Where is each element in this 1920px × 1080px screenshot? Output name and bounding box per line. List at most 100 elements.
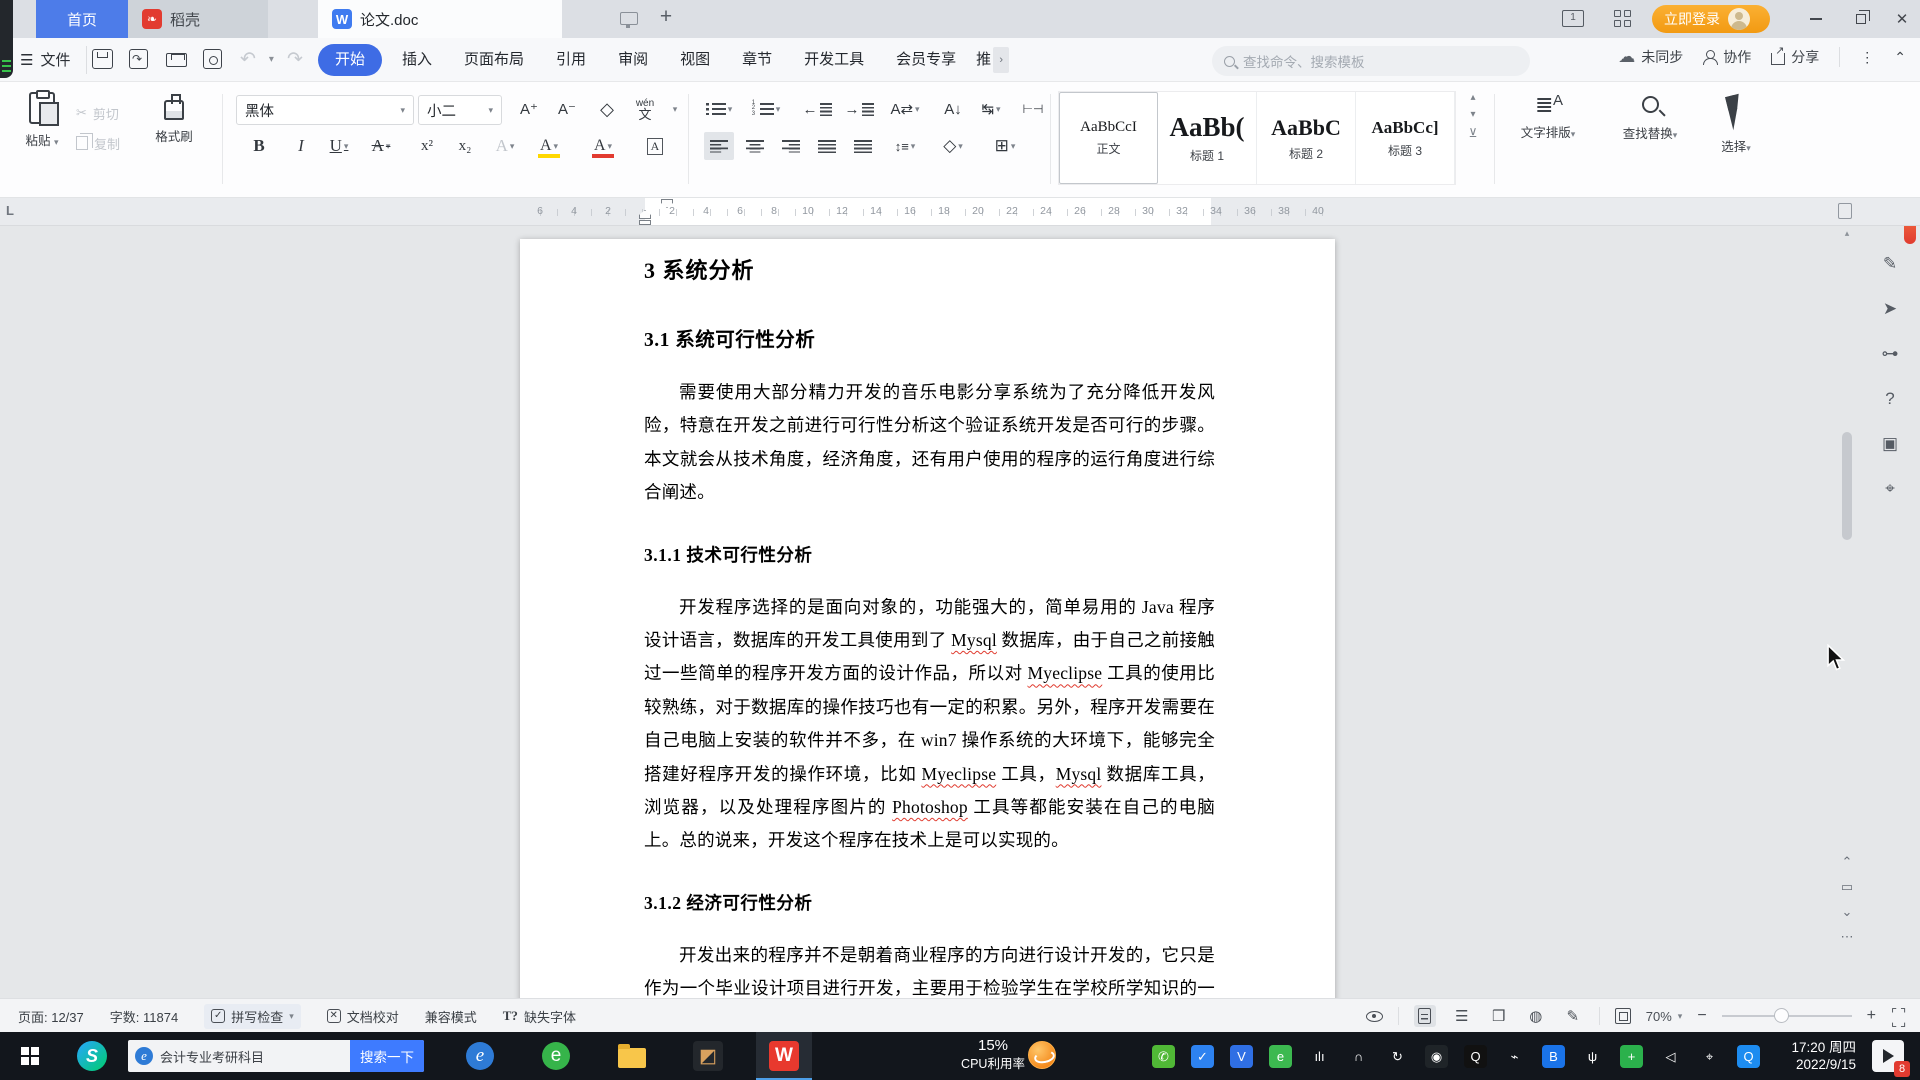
nav-more-icon[interactable]: ⋯ bbox=[1841, 929, 1854, 945]
style-标题 2[interactable]: AaBbC 标题 2 bbox=[1257, 92, 1356, 184]
align-right-button[interactable] bbox=[776, 132, 806, 160]
save-icon[interactable] bbox=[92, 49, 113, 69]
notification-bell-icon[interactable]: ∩ bbox=[1347, 1045, 1370, 1068]
bullet-list-button[interactable]: ▾ bbox=[704, 95, 734, 123]
snip-crosshair-icon[interactable]: ⌖ bbox=[1698, 1045, 1721, 1068]
ocr-image-icon[interactable]: ▣ bbox=[1882, 434, 1898, 454]
menu-开发工具[interactable]: 开发工具 bbox=[792, 44, 876, 76]
menu-more[interactable]: 推 › bbox=[976, 44, 1010, 76]
shading-button[interactable]: ◇ ▾ bbox=[938, 132, 968, 160]
zoom-in-button[interactable]: + bbox=[1867, 1007, 1876, 1025]
zoom-slider-knob[interactable] bbox=[1773, 1008, 1789, 1023]
antivirus-icon[interactable]: + bbox=[1620, 1045, 1643, 1068]
page-view-icon[interactable] bbox=[1413, 1005, 1436, 1027]
taskbar-app-media[interactable]: ◩ bbox=[680, 1032, 736, 1080]
next-page-icon[interactable]: ⌄ bbox=[1842, 904, 1853, 920]
document-page[interactable]: 3 系统分析 3.1 系统可行性分析 需要使用大部分精力开发的音乐电影分享系统为了充… bbox=[520, 239, 1335, 998]
char-scale-button[interactable]: A⇄ ▾ bbox=[890, 95, 920, 123]
sogou-input-button[interactable]: S bbox=[66, 1032, 118, 1080]
power-plug-icon[interactable]: ⌁ bbox=[1503, 1045, 1526, 1068]
edit-pen-icon[interactable]: ✎ bbox=[1883, 254, 1897, 274]
apps-grid-icon[interactable] bbox=[1614, 10, 1632, 28]
superscript-button[interactable]: x² bbox=[412, 132, 442, 160]
tabstop-button[interactable]: ⊢⊣ bbox=[1018, 95, 1048, 123]
typeset-button[interactable]: 文字排版▾ bbox=[1506, 92, 1590, 141]
tab-docer[interactable]: ❧ 稻壳 bbox=[128, 0, 268, 38]
strikethrough-button[interactable]: A ▾ bbox=[366, 132, 396, 160]
scroll-up-icon[interactable]: ▴ bbox=[1840, 228, 1854, 239]
ruler[interactable]: L 6 4 2 2 4 6 8 10 12 14 16 18 20 22 24 26 28 30 32 34 36 38 4… bbox=[0, 198, 1920, 226]
edit-mode-icon[interactable]: ✎ bbox=[1562, 1005, 1584, 1027]
paste-button[interactable]: 粘贴 ▾ bbox=[16, 90, 68, 149]
increase-indent-button[interactable]: → bbox=[844, 95, 874, 123]
select-cursor-icon[interactable]: ➤ bbox=[1883, 299, 1897, 319]
character-border-button[interactable]: A bbox=[640, 132, 670, 160]
undo-caret-icon[interactable]: ▾ bbox=[269, 54, 274, 65]
read-mode-icon[interactable]: ❒ bbox=[1488, 1005, 1510, 1027]
command-search-box[interactable]: 查找命令、搜索模板 bbox=[1212, 46, 1530, 76]
clear-format-button[interactable]: ◇ bbox=[592, 95, 622, 123]
taskbar-search-button[interactable]: 搜索一下 bbox=[350, 1040, 424, 1072]
font-size-select[interactable]: 小二 ▾ bbox=[418, 95, 502, 125]
outline-view-icon[interactable]: ☰ bbox=[1451, 1005, 1473, 1027]
tab-document[interactable]: W 论文.doc bbox=[318, 0, 562, 38]
minimize-button[interactable] bbox=[1798, 0, 1834, 38]
ruler-page-icon[interactable] bbox=[1838, 203, 1852, 219]
italic-button[interactable]: I bbox=[286, 132, 316, 160]
taskbar-app-explorer[interactable] bbox=[604, 1032, 660, 1080]
file-menu-button[interactable]: ☰ 文件 bbox=[20, 49, 70, 70]
taskbar-app-browser360[interactable]: e bbox=[528, 1032, 584, 1080]
usb-icon[interactable]: ψ bbox=[1581, 1045, 1604, 1068]
zoom-out-button[interactable]: − bbox=[1697, 1007, 1706, 1025]
pinyin-caret[interactable]: ▾ bbox=[660, 95, 690, 123]
ie-green-icon[interactable]: e bbox=[1269, 1045, 1292, 1068]
copy-button[interactable]: 复制 bbox=[76, 128, 120, 158]
accelerator-ball-icon[interactable] bbox=[1028, 1041, 1056, 1069]
menu-章节[interactable]: 章节 bbox=[730, 44, 784, 76]
subscript-button[interactable]: x₂ bbox=[450, 132, 480, 160]
menu-会员专享[interactable]: 会员专享 bbox=[884, 44, 968, 76]
styles-scroll-up-icon[interactable]: ▴ bbox=[1470, 92, 1475, 103]
page-select-icon[interactable]: ▭ bbox=[1841, 879, 1853, 895]
style-标题 1[interactable]: AaBb(标题 1 bbox=[1158, 92, 1257, 184]
pinyin-guide-button[interactable]: wén 文 bbox=[630, 95, 660, 123]
nvidia-icon[interactable]: ◉ bbox=[1425, 1045, 1448, 1068]
distribute-button[interactable] bbox=[848, 132, 878, 160]
align-center-button[interactable] bbox=[740, 132, 770, 160]
zoom-level[interactable]: 70% ▾ bbox=[1646, 1009, 1683, 1024]
style-正文[interactable]: AaBbCcI 正文 bbox=[1059, 92, 1158, 184]
bold-button[interactable]: B bbox=[244, 132, 274, 160]
tab-home[interactable]: 首页 bbox=[36, 0, 128, 38]
start-button[interactable] bbox=[0, 1032, 60, 1080]
align-left-button[interactable] bbox=[704, 132, 734, 160]
style-标题 3[interactable]: AaBbCc] 标题 3 bbox=[1356, 92, 1455, 184]
browser-protect-icon[interactable]: ✓ bbox=[1191, 1045, 1214, 1068]
numbered-list-button[interactable]: ▾ bbox=[752, 95, 782, 123]
wechat-icon[interactable]: ✆ bbox=[1152, 1045, 1175, 1068]
bluetooth-icon[interactable]: B bbox=[1542, 1045, 1565, 1068]
grow-font-button[interactable]: A⁺ bbox=[514, 95, 544, 123]
taskbar-clock[interactable]: 17:20 周四 2022/9/15 bbox=[1744, 1039, 1856, 1073]
font-color-button[interactable]: A ▾ bbox=[588, 132, 618, 160]
menu-插入[interactable]: 插入 bbox=[390, 44, 444, 76]
annotation-tag-icon[interactable]: ⌖ bbox=[1885, 479, 1895, 499]
shrink-font-button[interactable]: A⁻ bbox=[552, 95, 582, 123]
layout-mode-icon[interactable]: 1 bbox=[1562, 10, 1584, 27]
font-name-select[interactable]: 黑体 ▾ bbox=[236, 95, 414, 125]
volume-icon[interactable]: ◁ bbox=[1659, 1045, 1682, 1068]
fullscreen-icon[interactable] bbox=[1891, 1006, 1909, 1030]
proofread-button[interactable]: ✕ 文档校对 bbox=[326, 1007, 399, 1026]
help-icon[interactable]: ? bbox=[1885, 389, 1894, 409]
restore-button[interactable] bbox=[1843, 0, 1879, 38]
page-indicator[interactable]: 页面: 12/37 bbox=[18, 1007, 84, 1026]
adjust-slider-icon[interactable]: ⊶ bbox=[1882, 344, 1899, 364]
print-icon[interactable] bbox=[166, 53, 187, 67]
collapse-ribbon-icon[interactable]: ⌃ bbox=[1894, 49, 1906, 66]
document-area[interactable]: 3 系统分析 3.1 系统可行性分析 需要使用大部分精力开发的音乐电影分享系统为了充… bbox=[0, 226, 1920, 998]
underline-button[interactable]: U ▾ bbox=[324, 132, 354, 160]
print-preview-icon[interactable] bbox=[203, 49, 222, 69]
menu-页面布局[interactable]: 页面布局 bbox=[452, 44, 536, 76]
zoom-slider[interactable] bbox=[1721, 1008, 1852, 1023]
cut-button[interactable]: ✂ 剪切 bbox=[76, 98, 120, 128]
tab-preview-icon[interactable] bbox=[620, 12, 638, 28]
